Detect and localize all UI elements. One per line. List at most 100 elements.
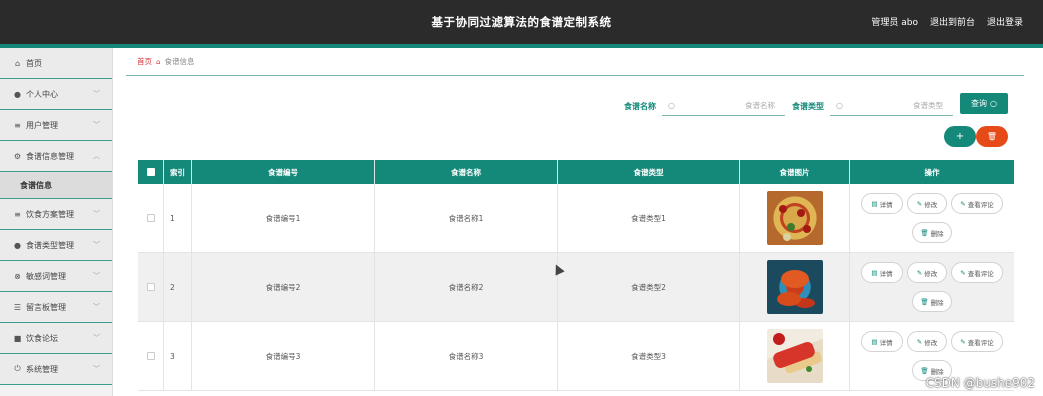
edit-label: 修改 <box>924 200 938 209</box>
sidebar-item-home[interactable]: ⌂ 首页 <box>0 48 112 79</box>
row-name: 食谱名称1 <box>375 184 558 252</box>
edit-icon: ✎ <box>960 268 966 277</box>
breadcrumb-home[interactable]: 首页 <box>137 56 152 67</box>
detail-button[interactable]: ▤ 详情 <box>861 193 903 214</box>
sidebar-subitem-recipe-info[interactable]: 食谱信息 <box>0 172 112 199</box>
recipe-name-input[interactable] <box>674 101 775 110</box>
row-code: 食谱编号1 <box>192 184 375 252</box>
row-image-cell <box>740 253 850 321</box>
delete-label: 删除 <box>930 367 944 376</box>
recipe-type-search: 食谱类型 ○ <box>792 96 953 116</box>
edit-icon: ✎ <box>960 337 966 346</box>
detail-button[interactable]: ▤ 详情 <box>861 331 903 352</box>
view-reviews-button[interactable]: ✎ 查看评论 <box>951 262 1003 283</box>
row-checkbox-cell <box>138 184 164 252</box>
header-code: 食谱编号 <box>192 160 375 184</box>
edit-label: 修改 <box>924 338 938 347</box>
sidebar-item-recipe-type[interactable]: ● 食谱类型管理 ﹀ <box>0 230 112 261</box>
row-type: 食谱类型1 <box>558 184 740 252</box>
row-image-cell <box>740 184 850 252</box>
recipe-type-field: ○ <box>830 96 953 116</box>
row-index: 1 <box>164 184 192 252</box>
sidebar-item-profile[interactable]: ● 个人中心 ﹀ <box>0 79 112 110</box>
power-icon: ⏻ <box>14 364 21 373</box>
sidebar-item-label: 首页 <box>26 58 42 68</box>
main-content: 首页 ⌂ 食谱信息 食谱名称 ○ 食谱类型 ○ 查询 ○ + 🗑 索引 食谱编号… <box>126 48 1024 396</box>
sidebar-item-label: 个人中心 <box>26 89 58 99</box>
detail-button[interactable]: ▤ 详情 <box>861 262 903 283</box>
watermark: CSDN @bushe902 <box>925 376 1035 390</box>
view-reviews-button[interactable]: ✎ 查看评论 <box>951 193 1003 214</box>
recipe-image <box>766 329 823 383</box>
sidebar-item-label: 饮食论坛 <box>26 333 58 343</box>
edit-button[interactable]: ✎ 修改 <box>907 193 947 214</box>
table-row: 2 食谱编号2 食谱名称2 食谱类型2 ▤ 详情 ✎ 修改 ✎ 查看评论 🗑 删除 <box>138 253 1014 322</box>
recipe-type-input[interactable] <box>842 101 943 110</box>
row-checkbox[interactable] <box>146 214 155 222</box>
header-actions: 管理员 abo 退出到前台 退出登录 <box>871 15 1023 28</box>
trash-icon: 🗑 <box>920 366 929 375</box>
sidebar-item-recipe-info[interactable]: ⚙ 食谱信息管理 ︿ <box>0 141 112 172</box>
chevron-down-icon: ﹀ <box>93 241 100 249</box>
logout-link[interactable]: 退出登录 <box>987 15 1023 28</box>
view-reviews-button[interactable]: ✎ 查看评论 <box>951 331 1003 352</box>
detail-label: 详情 <box>879 338 893 347</box>
edit-icon: ✎ <box>960 199 966 208</box>
sidebar-item-users[interactable]: ≡ 用户管理 ﹀ <box>0 110 112 141</box>
row-checkbox-cell <box>138 322 164 390</box>
table-header: 索引 食谱编号 食谱名称 食谱类型 食谱图片 操作 <box>138 160 1014 184</box>
row-checkbox[interactable] <box>146 352 155 360</box>
sidebar-item-sensitive-words[interactable]: ⊗ 敏感词管理 ﹀ <box>0 261 112 292</box>
list-icon: ≡ <box>14 120 21 130</box>
chevron-down-icon: ﹀ <box>93 303 100 311</box>
search-icon: ○ <box>990 99 997 108</box>
row-checkbox-cell <box>138 253 164 321</box>
search-icon: ○ <box>668 101 675 110</box>
table-row: 3 食谱编号3 食谱名称3 食谱类型3 ▤ 详情 ✎ 修改 ✎ 查看评论 🗑 删除 <box>138 322 1014 391</box>
chevron-up-icon: ︿ <box>93 152 100 160</box>
sidebar-item-label: 饮食方案管理 <box>26 209 74 219</box>
header-name: 食谱名称 <box>375 160 558 184</box>
back-to-front-link[interactable]: 退出到前台 <box>930 15 975 28</box>
recipe-name-field: ○ <box>662 96 785 116</box>
delete-button[interactable]: 🗑 删除 <box>912 291 952 312</box>
select-all-checkbox[interactable] <box>146 168 155 176</box>
delete-button[interactable]: 🗑 删除 <box>912 222 952 243</box>
sidebar-item-message-board[interactable]: ☰ 留言板管理 ﹀ <box>0 292 112 323</box>
delete-label: 删除 <box>930 229 944 238</box>
header-checkbox-cell <box>138 160 164 184</box>
sidebar-item-system[interactable]: ⏻ 系统管理 ﹀ <box>0 354 112 385</box>
breadcrumb-divider <box>126 75 1024 76</box>
sidebar-item-label: 食谱信息管理 <box>26 151 74 161</box>
settings-icon: ⚙ <box>13 151 22 161</box>
row-name: 食谱名称3 <box>375 322 558 390</box>
edit-button[interactable]: ✎ 修改 <box>907 331 947 352</box>
breadcrumb: 首页 ⌂ 食谱信息 <box>137 56 194 67</box>
header-index: 索引 <box>164 160 192 184</box>
row-image-cell <box>740 322 850 390</box>
query-button[interactable]: 查询 ○ <box>960 93 1008 114</box>
add-button[interactable]: + <box>944 126 976 147</box>
batch-delete-button[interactable]: 🗑 <box>976 126 1008 147</box>
chevron-down-icon: ﹀ <box>93 334 100 342</box>
edit-button[interactable]: ✎ 修改 <box>907 262 947 283</box>
detail-label: 详情 <box>879 200 893 209</box>
trash-icon: 🗑 <box>920 297 929 306</box>
recipe-image <box>766 191 823 245</box>
recipe-name-search: 食谱名称 ○ <box>624 96 785 116</box>
chevron-down-icon: ﹀ <box>93 272 100 280</box>
sidebar-item-label: 敏感词管理 <box>26 271 66 281</box>
sidebar-item-label: 食谱类型管理 <box>26 240 74 250</box>
current-user-label: 管理员 abo <box>871 18 918 28</box>
user-icon: ● <box>14 89 21 99</box>
row-ops: ▤ 详情 ✎ 修改 ✎ 查看评论 🗑 删除 <box>850 184 1014 252</box>
chevron-down-icon: ﹀ <box>93 121 100 129</box>
sidebar-item-label: 系统管理 <box>26 364 58 374</box>
sidebar-item-diet-plan[interactable]: ≡ 饮食方案管理 ﹀ <box>0 199 112 230</box>
chevron-down-icon: ﹀ <box>93 210 100 218</box>
sidebar-item-forum[interactable]: ■ 饮食论坛 ﹀ <box>0 323 112 354</box>
row-checkbox[interactable] <box>146 283 155 291</box>
row-name: 食谱名称2 <box>375 253 558 321</box>
edit-label: 修改 <box>924 269 938 278</box>
delete-label: 删除 <box>930 298 944 307</box>
